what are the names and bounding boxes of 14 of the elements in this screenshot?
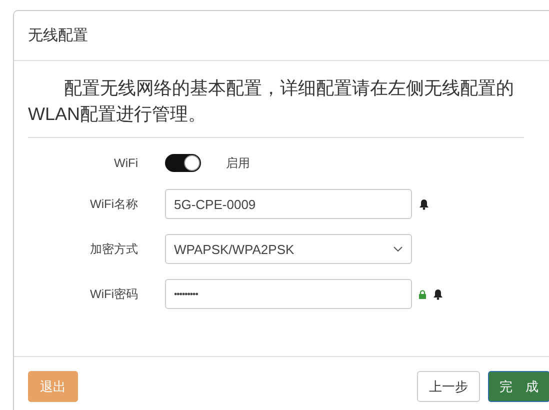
dropdown[interactable]: WPAPSK/WPA2PSK (165, 234, 412, 264)
intro-text: 配置无线网络的基本配置，详细配置请在左侧无线配置的WLAN配置进行管理。 (28, 75, 524, 138)
field-label: WiFi名称 (89, 196, 138, 212)
finish-button[interactable]: 完 成 (488, 371, 549, 402)
chevron-down-icon (393, 246, 403, 252)
input-field[interactable]: 5G-CPE-0009 (165, 189, 412, 219)
password-field[interactable]: ••••••••• (165, 279, 412, 309)
wifi-toggle[interactable] (165, 154, 201, 172)
previous-button[interactable]: 上一步 (417, 371, 480, 402)
toggle-status: 启用 (226, 154, 250, 172)
field-label: WiFi (113, 156, 138, 170)
dialog-title: 无线配置 (28, 26, 88, 45)
field-label: 加密方式 (89, 240, 138, 258)
field-label: WiFi密码 (89, 286, 138, 302)
